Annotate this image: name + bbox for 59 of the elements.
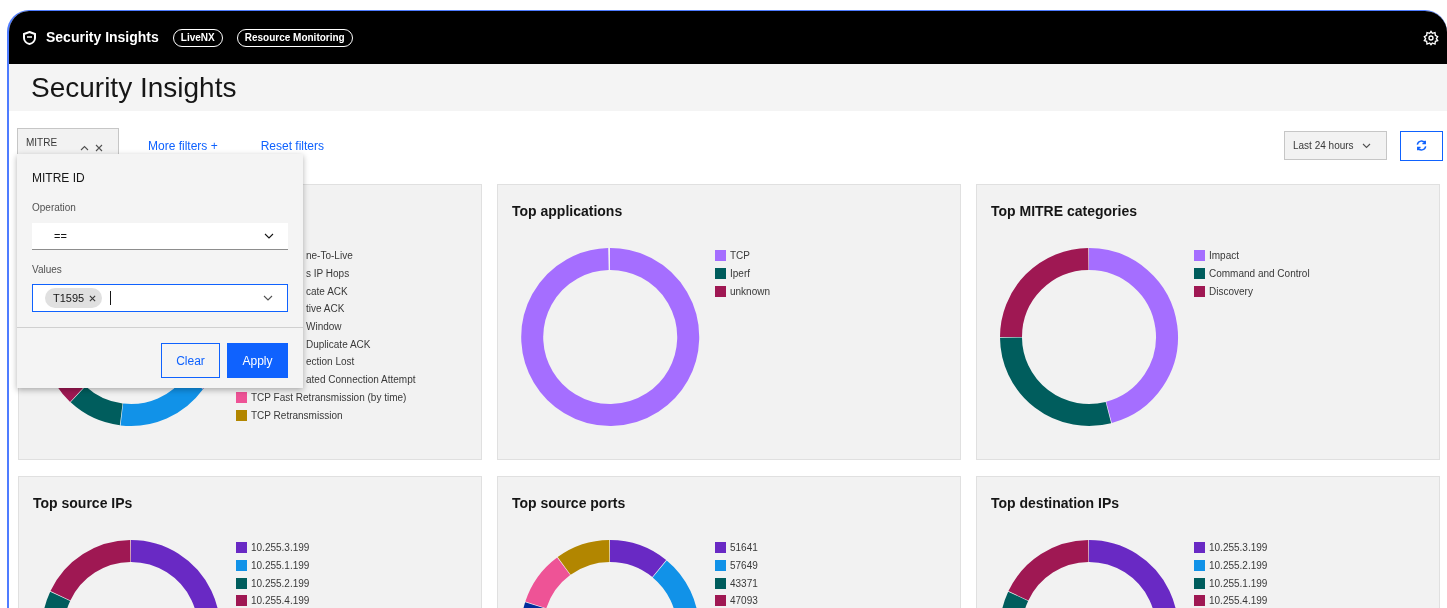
more-filters-link[interactable]: More filters + <box>148 137 218 155</box>
apply-button[interactable]: Apply <box>227 343 288 378</box>
card-title: Top applications <box>512 202 624 219</box>
legend-label: cate ACK <box>306 284 348 299</box>
chevron-down-icon <box>1361 142 1371 149</box>
chevron-down-icon <box>263 295 273 301</box>
time-range-dropdown[interactable]: Last 24 hours <box>1284 131 1387 160</box>
card-title: Top MITRE categories <box>991 202 1138 219</box>
legend-label: TCP Fast Retransmission (by time) <box>251 390 407 405</box>
field-label: Values <box>32 263 63 277</box>
text-cursor <box>110 291 112 305</box>
legend-label: Iperf <box>730 267 750 282</box>
legend-label: 47093 <box>730 594 758 608</box>
legend-label: Discovery <box>1209 284 1253 299</box>
legend-label: ne-To-Live <box>306 249 353 264</box>
legend-label: TCP Retransmission <box>251 408 343 423</box>
legend-label: 10.255.3.199 <box>251 541 310 556</box>
card-title: Top source IPs <box>33 494 134 511</box>
field-label: Operation <box>32 201 77 215</box>
clear-button[interactable]: Clear <box>161 343 220 378</box>
operation-select[interactable]: == <box>32 223 288 250</box>
close-icon[interactable] <box>95 143 103 152</box>
legend-label: 10.255.4.199 <box>251 594 310 608</box>
legend-label: unknown <box>730 284 771 299</box>
refresh-icon <box>1415 139 1428 152</box>
close-icon[interactable] <box>89 294 97 302</box>
filter-chip-label: MITRE <box>26 135 59 150</box>
legend-label: 10.255.4.199 <box>1209 594 1268 608</box>
legend-label: 10.255.2.199 <box>251 576 310 591</box>
settings-icon[interactable] <box>1423 29 1439 46</box>
legend-label: 10.255.1.199 <box>1209 576 1268 591</box>
shield-icon <box>23 30 36 45</box>
refresh-button[interactable] <box>1400 130 1443 161</box>
legend-label: s IP Hops <box>306 267 350 282</box>
legend-label: Impact <box>1209 249 1239 264</box>
card-title: Top destination IPs <box>991 494 1121 511</box>
legend-label: ated Connection Attempt <box>306 373 416 388</box>
select-value: == <box>54 228 68 244</box>
legend-label: 10.255.1.199 <box>251 559 310 574</box>
legend-label: 51641 <box>730 541 758 556</box>
popup-title: MITRE ID <box>32 170 86 187</box>
legend-label: tive ACK <box>306 302 345 317</box>
chevron-down-icon <box>264 233 274 239</box>
values-field[interactable]: T1595 <box>32 284 288 312</box>
legend-label: 10.255.3.199 <box>1209 541 1268 556</box>
legend-label: Duplicate ACK <box>306 337 371 352</box>
value-tag: T1595 <box>45 288 103 308</box>
legend-label: 10.255.2.199 <box>1209 559 1268 574</box>
card-title: Top source ports <box>512 494 627 511</box>
legend-label: Window <box>306 320 342 335</box>
legend-label: TCP <box>730 249 750 264</box>
app-title: Security Insights <box>46 28 159 47</box>
chevron-up-icon[interactable] <box>80 144 89 151</box>
legend-label: 57649 <box>730 559 758 574</box>
reset-filters-link[interactable]: Reset filters <box>260 137 325 155</box>
page-title: Security Insights <box>31 70 237 105</box>
legend-label: Command and Control <box>1209 267 1310 282</box>
legend-label: ection Lost <box>306 355 355 370</box>
legend-label: 43371 <box>730 576 758 591</box>
